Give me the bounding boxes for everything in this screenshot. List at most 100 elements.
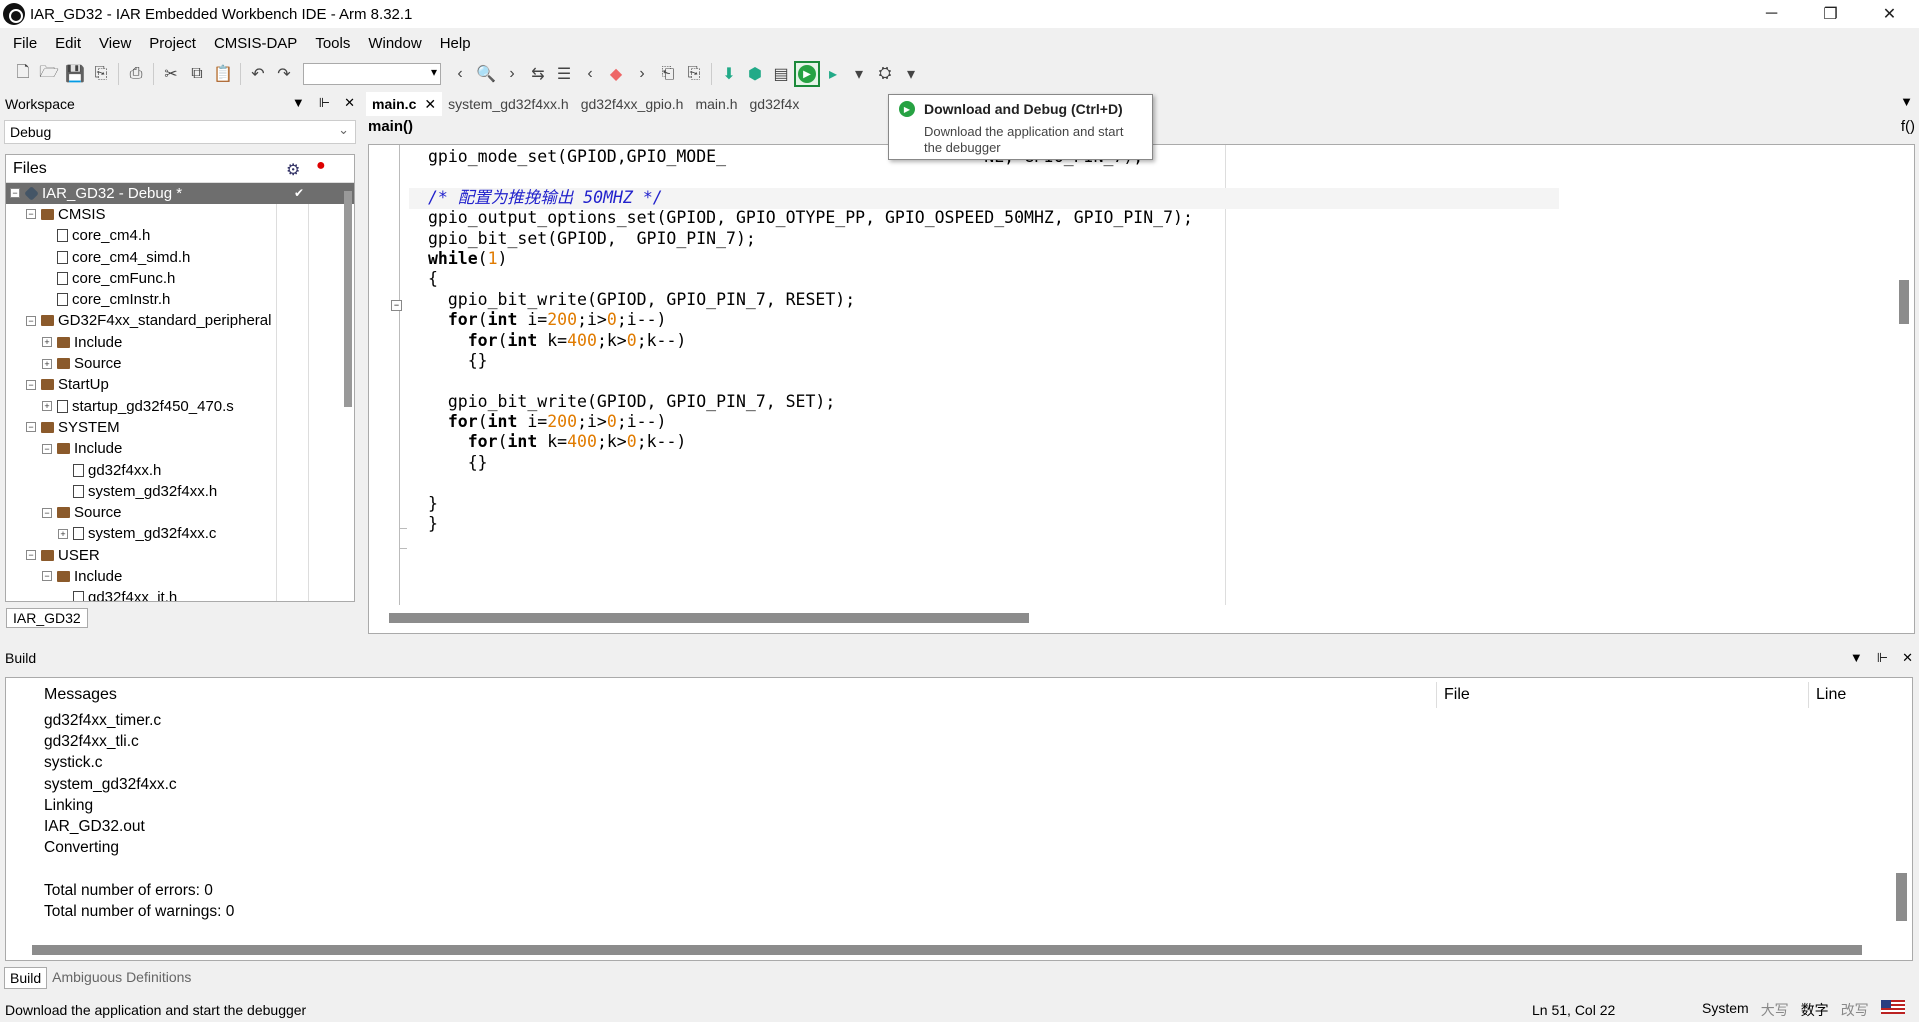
menu-edit[interactable]: Edit [46, 35, 90, 52]
expand-icon[interactable]: + [58, 528, 68, 539]
code-editor[interactable]: − gpio_mode_set(GPIOD,GPIO_MODE_ NE, GPI… [368, 144, 1915, 634]
tab-main-h[interactable]: main.h [689, 92, 743, 116]
menu-file[interactable]: File [4, 35, 46, 52]
collapse-icon[interactable]: − [26, 315, 36, 326]
make-and-restart-icon[interactable]: ⛭ [872, 61, 898, 87]
expand-icon[interactable]: + [42, 358, 52, 369]
tree-row[interactable]: gd32f4xx.h [6, 460, 354, 481]
collapse-icon[interactable]: − [42, 507, 52, 518]
nav-back-icon[interactable]: ‹ [447, 61, 473, 87]
build-message[interactable]: IAR_GD32.out [44, 816, 234, 837]
tree-row[interactable]: − CMSIS [6, 204, 354, 225]
tree-row[interactable]: − GD32F4xx_standard_peripheral [6, 311, 354, 332]
editor-horizontal-scrollbar[interactable] [389, 613, 1029, 623]
compile-icon[interactable]: ⬇ [716, 61, 742, 87]
code-line[interactable]: /* 配置为推挽输出 50MHZ */ [428, 188, 1193, 208]
tree-row[interactable]: − IAR_GD32 - Debug * ✔ [6, 183, 354, 205]
collapse-icon[interactable]: − [26, 550, 36, 561]
code-line[interactable]: gpio_bit_write(GPIOD, GPIO_PIN_7, RESET)… [428, 290, 1193, 310]
scroll-thumb[interactable] [344, 191, 352, 407]
messages-column-header[interactable]: Messages [44, 686, 117, 704]
tree-row[interactable]: − Include [6, 566, 354, 587]
redo-icon[interactable]: ↷ [271, 61, 297, 87]
workspace-tab[interactable]: IAR_GD32 [6, 608, 88, 628]
code-text[interactable]: gpio_mode_set(GPIOD,GPIO_MODE_ NE, GPIO_… [428, 147, 1193, 534]
build-vertical-scrollbar[interactable] [1896, 873, 1907, 921]
replace-icon[interactable]: ⇆ [525, 61, 551, 87]
workspace-scrollbar[interactable] [343, 191, 353, 597]
menu-window[interactable]: Window [359, 35, 430, 52]
tab-list-dropdown-icon[interactable]: ▼ [1900, 94, 1913, 109]
build-horizontal-scrollbar[interactable] [32, 945, 1862, 955]
build-message[interactable]: system_gd32f4xx.c [44, 774, 234, 795]
menu-help[interactable]: Help [431, 35, 480, 52]
close-tab-icon[interactable]: ✕ [424, 96, 436, 112]
tree-row[interactable]: system_gd32f4xx.h [6, 481, 354, 502]
tab-main-c[interactable]: main.c ✕ [366, 92, 443, 116]
build-message[interactable] [44, 858, 234, 879]
code-line[interactable]: {} [428, 453, 1193, 473]
collapse-icon[interactable]: − [26, 422, 36, 433]
tree-row[interactable]: − Include [6, 439, 354, 460]
find-icon[interactable]: 🔍 [473, 61, 499, 87]
doc-forward-icon[interactable]: ⎘ [681, 61, 707, 87]
build-message[interactable]: Converting [44, 837, 234, 858]
tree-row[interactable]: − USER [6, 545, 354, 566]
collapse-icon[interactable]: − [42, 571, 52, 582]
code-line[interactable]: { [428, 269, 1193, 289]
build-message[interactable]: Linking [44, 795, 234, 816]
download-and-debug-button[interactable]: ▶ [794, 61, 820, 87]
code-line[interactable]: gpio_output_options_set(GPIOD, GPIO_OTYP… [428, 208, 1193, 228]
goto-line-icon[interactable]: ☰ [551, 61, 577, 87]
make-icon[interactable]: ⬢ [742, 61, 768, 87]
menu-cmsis-dap[interactable]: CMSIS-DAP [205, 35, 306, 52]
open-file-icon[interactable]: 🗁 [36, 61, 62, 87]
file-column-header[interactable]: File [1444, 686, 1470, 704]
toggle-doc-icon[interactable]: ⎗ [655, 61, 681, 87]
build-message[interactable]: Total number of warnings: 0 [44, 901, 234, 922]
tree-row[interactable]: core_cmInstr.h [6, 289, 354, 310]
code-line[interactable]: for(int k=400;k>0;k--) [428, 331, 1193, 351]
collapse-icon[interactable]: − [26, 379, 36, 390]
current-function[interactable]: main() [368, 118, 413, 135]
pin-icon[interactable]: ⊩ [1877, 650, 1888, 666]
build-message[interactable]: gd32f4xx_timer.c [44, 710, 234, 731]
toolbar-overflow-icon[interactable]: ▾ [898, 61, 924, 87]
close-icon[interactable]: ✕ [344, 95, 355, 111]
close-window-button[interactable]: ✕ [1860, 0, 1919, 28]
find-combo[interactable] [303, 63, 441, 85]
configuration-select[interactable]: Debug [4, 119, 356, 144]
build-message[interactable]: systick.c [44, 752, 234, 773]
code-line[interactable]: } [428, 514, 1193, 534]
expand-icon[interactable]: + [42, 401, 52, 412]
code-line[interactable]: {} [428, 351, 1193, 371]
tree-row[interactable]: core_cm4.h [6, 226, 354, 247]
nav-forward-icon[interactable]: › [499, 61, 525, 87]
close-icon[interactable]: ✕ [1902, 650, 1913, 666]
collapse-icon[interactable]: − [10, 188, 20, 199]
cut-icon[interactable]: ✂ [158, 61, 184, 87]
save-all-icon[interactable]: ⎘ [88, 61, 114, 87]
menu-tools[interactable]: Tools [306, 35, 359, 52]
pane-menu-icon[interactable]: ▼ [292, 95, 305, 111]
code-line[interactable]: gpio_bit_set(GPIOD, GPIO_PIN_7); [428, 229, 1193, 249]
copy-icon[interactable]: ⧉ [184, 61, 210, 87]
code-line[interactable] [428, 371, 1193, 391]
tree-row[interactable]: gd32f4xx_it.h [6, 588, 354, 601]
collapse-icon[interactable]: − [42, 443, 52, 454]
menu-view[interactable]: View [90, 35, 140, 52]
tab-ambiguous-definitions[interactable]: Ambiguous Definitions [47, 967, 196, 989]
tab-build[interactable]: Build [4, 967, 48, 989]
print-icon[interactable]: ⎙ [123, 61, 149, 87]
paste-icon[interactable]: 📋 [210, 61, 236, 87]
save-icon[interactable]: 💾 [62, 61, 88, 87]
undo-icon[interactable]: ↶ [245, 61, 271, 87]
pin-icon[interactable]: ⊩ [319, 95, 330, 111]
new-file-icon[interactable]: 🗋 [10, 61, 36, 87]
tree-row[interactable]: − StartUp [6, 375, 354, 396]
code-line[interactable] [428, 167, 1193, 187]
build-message[interactable]: Total number of errors: 0 [44, 880, 234, 901]
debug-options-dropdown-icon[interactable]: ▾ [846, 61, 872, 87]
code-line[interactable] [428, 473, 1193, 493]
code-line[interactable]: gpio_bit_write(GPIOD, GPIO_PIN_7, SET); [428, 392, 1193, 412]
